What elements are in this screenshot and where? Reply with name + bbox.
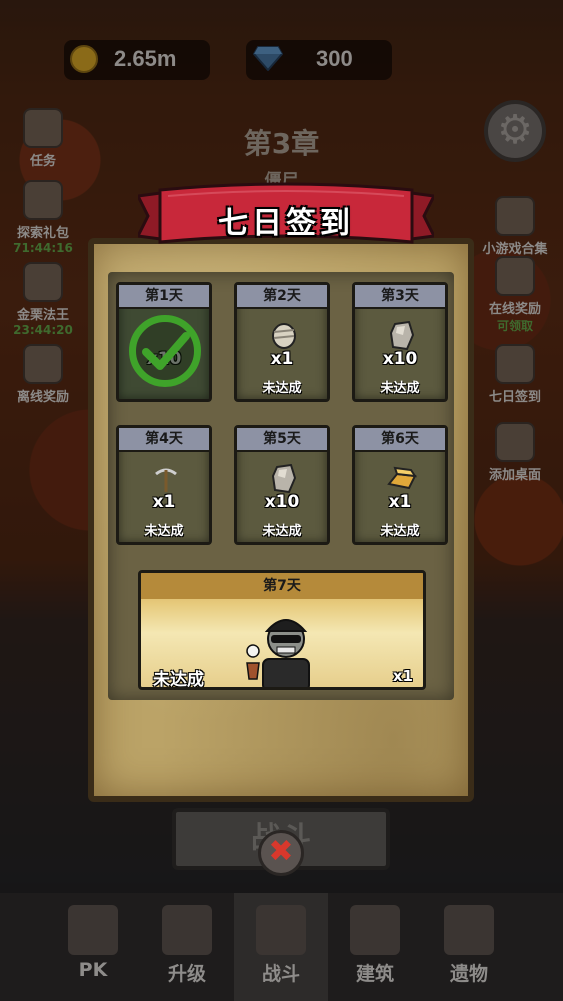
- stone-icon: [271, 464, 297, 494]
- nav-item-building[interactable]: 建筑: [328, 893, 422, 1001]
- side-item-status: 可领取: [496, 319, 533, 333]
- side-item-timer: 71:44:16: [13, 241, 73, 255]
- day-label: 第4天: [119, 428, 209, 452]
- reward-qty: x1: [152, 492, 176, 512]
- close-icon: ✖: [268, 834, 294, 869]
- day-label: 第1天: [119, 285, 209, 309]
- side-item-label: 小游戏合集: [482, 242, 548, 257]
- dialog-title: 七日签到: [218, 206, 354, 241]
- shop-icon: [350, 905, 400, 955]
- gold-coin-icon: [70, 45, 98, 73]
- gold-amount: 2.65m: [114, 46, 177, 71]
- crossed-swords-icon: [256, 905, 306, 955]
- day-card-7[interactable]: 第7天 未达成 x1: [138, 570, 426, 690]
- nav-item-upgrade[interactable]: 升级: [140, 893, 234, 1001]
- side-item-label: 七日签到: [488, 390, 541, 405]
- day-label: 第6天: [355, 428, 445, 452]
- side-item-timer: 23:44:20: [13, 323, 73, 337]
- nav-item-battle[interactable]: 战斗: [234, 893, 328, 1001]
- day-card-6[interactable]: 第6天 x1 未达成: [352, 425, 448, 545]
- day-label: 第7天: [141, 573, 423, 599]
- nav-item-label: 战斗: [261, 963, 300, 985]
- side-item-label: 添加桌面: [488, 468, 541, 483]
- add-desktop-icon: [495, 422, 535, 462]
- nav-item-relics[interactable]: 遗物: [422, 893, 516, 1001]
- day-card-4[interactable]: 第4天 x1 未达成: [116, 425, 212, 545]
- mummy-item-icon: [272, 323, 296, 349]
- side-item-golden-king[interactable]: 金栗法王 23:44:20: [0, 262, 88, 337]
- nav-item-pk[interactable]: PK: [46, 893, 140, 1001]
- reward-qty: x1: [392, 667, 413, 685]
- day-label: 第2天: [237, 285, 327, 309]
- hourglass-icon: [23, 344, 63, 384]
- side-item-label: 在线奖励: [488, 302, 541, 317]
- book-icon: [162, 905, 212, 955]
- side-item-minigames[interactable]: 小游戏合集: [470, 196, 560, 257]
- golden-king-avatar-icon: [23, 262, 63, 302]
- nav-item-label: 升级: [167, 963, 206, 985]
- explore-pack-icon: [23, 180, 63, 220]
- side-item-tasks[interactable]: 任务: [0, 108, 88, 169]
- pk-shield-icon: [68, 905, 118, 955]
- reward-qty: x10: [382, 349, 418, 369]
- close-button[interactable]: ✖: [258, 830, 304, 876]
- side-item-add-desktop[interactable]: 添加桌面: [470, 422, 560, 483]
- claimed-check-icon: [129, 315, 201, 387]
- reward-status: 未达成: [144, 524, 184, 539]
- stone-icon: [389, 321, 415, 351]
- diamond-icon: [253, 46, 283, 71]
- side-item-offline-reward[interactable]: 离线奖励: [0, 344, 88, 405]
- cards-icon: [444, 905, 494, 955]
- reward-status: 未达成: [380, 524, 420, 539]
- reward-qty: x1: [388, 492, 412, 512]
- side-item-seven-day-signin[interactable]: 七日签到: [470, 344, 560, 405]
- day-card-2[interactable]: 第2天 x1 未达成: [234, 282, 330, 402]
- nav-item-label: PK: [78, 959, 108, 981]
- task-scroll-icon: [23, 108, 63, 148]
- side-item-label: 金栗法王: [16, 308, 69, 323]
- day-card-5[interactable]: 第5天 x10 未达成: [234, 425, 330, 545]
- nav-item-label: 遗物: [449, 963, 488, 985]
- day-card-1[interactable]: 第1天 x10: [116, 282, 212, 402]
- day-label: 第3天: [355, 285, 445, 309]
- side-item-explore-pack[interactable]: 探索礼包 71:44:16: [0, 180, 88, 255]
- reward-status: 未达成: [262, 381, 302, 396]
- reward-status: 未达成: [153, 670, 204, 690]
- side-item-online-reward[interactable]: 在线奖励 可领取: [470, 256, 560, 334]
- gold-bar-icon: [387, 466, 418, 490]
- settings-gear-icon[interactable]: ⚙: [484, 100, 546, 162]
- reward-status: 未达成: [262, 524, 302, 539]
- gamepad-icon: [495, 196, 535, 236]
- pickaxe-icon: [155, 468, 177, 492]
- zombie-character-icon: [246, 619, 310, 687]
- nav-item-label: 建筑: [355, 963, 394, 985]
- reward-status: 未达成: [380, 381, 420, 396]
- gift-box-icon: [495, 256, 535, 296]
- side-item-label: 离线奖励: [16, 390, 69, 405]
- reward-qty: x10: [264, 492, 300, 512]
- side-item-label: 探索礼包: [16, 226, 69, 241]
- day-card-3[interactable]: 第3天 x10 未达成: [352, 282, 448, 402]
- side-item-label: 任务: [29, 154, 56, 169]
- day-label: 第5天: [237, 428, 327, 452]
- gem-amount: 300: [316, 46, 353, 71]
- reward-qty: x1: [270, 349, 294, 369]
- calendar-icon: [495, 344, 535, 384]
